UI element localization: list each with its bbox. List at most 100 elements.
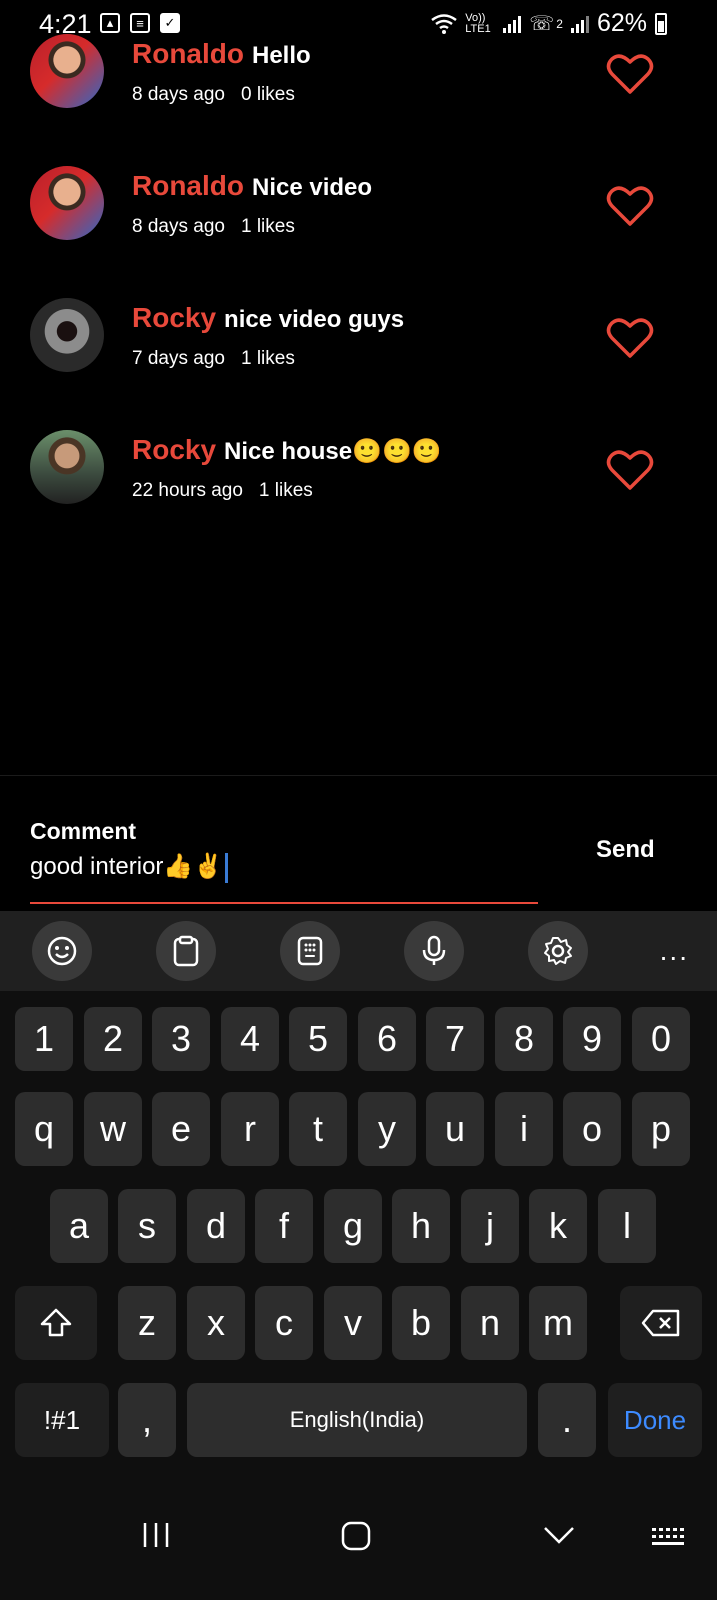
- key-w[interactable]: w: [84, 1092, 142, 1166]
- wifi-icon: [431, 13, 457, 34]
- keyboard-switch-icon[interactable]: [650, 1526, 688, 1550]
- comment-input-value[interactable]: good interior👍✌️: [30, 853, 223, 880]
- key-5[interactable]: 5: [289, 1007, 347, 1071]
- key-8[interactable]: 8: [495, 1007, 553, 1071]
- avatar[interactable]: [30, 298, 104, 372]
- comment-username[interactable]: Ronaldo: [132, 170, 244, 201]
- text-cursor: [225, 852, 229, 883]
- battery-icon: [655, 12, 667, 35]
- avatar[interactable]: [30, 430, 104, 504]
- key-a[interactable]: a: [50, 1189, 108, 1263]
- gallery-notification-icon: ▴: [100, 13, 120, 33]
- key-u[interactable]: u: [426, 1092, 484, 1166]
- key-t[interactable]: t: [289, 1092, 347, 1166]
- key-q[interactable]: q: [15, 1092, 73, 1166]
- key-n[interactable]: n: [461, 1286, 519, 1360]
- comment-likes: 1 likes: [258, 480, 313, 501]
- notification-icons: ▴ ≡ ✓: [100, 13, 180, 33]
- comment-meta: 7 days ago 1 likes: [132, 348, 295, 370]
- comma-key[interactable]: ,: [118, 1383, 176, 1457]
- home-icon[interactable]: [340, 1520, 372, 1552]
- key-4[interactable]: 4: [221, 1007, 279, 1071]
- comment-header: Ronaldo Hello: [132, 38, 311, 70]
- key-b[interactable]: b: [392, 1286, 450, 1360]
- signal-2-icon: [570, 15, 589, 33]
- key-p[interactable]: p: [632, 1092, 690, 1166]
- comment-time: 22 hours ago: [132, 480, 243, 501]
- check-notification-icon: ✓: [160, 13, 180, 33]
- comment-meta: 8 days ago 0 likes: [132, 84, 295, 106]
- key-k[interactable]: k: [529, 1189, 587, 1263]
- signal-icon: [503, 15, 522, 33]
- key-s[interactable]: s: [118, 1189, 176, 1263]
- key-z[interactable]: z: [118, 1286, 176, 1360]
- hide-keyboard-icon[interactable]: [542, 1524, 576, 1546]
- key-v[interactable]: v: [324, 1286, 382, 1360]
- key-r[interactable]: r: [221, 1092, 279, 1166]
- key-d[interactable]: d: [187, 1189, 245, 1263]
- comment-field-label: Comment: [30, 818, 137, 844]
- like-heart-icon[interactable]: [606, 448, 654, 492]
- clipboard-icon[interactable]: [156, 921, 216, 981]
- comment-input[interactable]: good interior👍✌️: [30, 852, 229, 883]
- shift-key[interactable]: [15, 1286, 97, 1360]
- key-6[interactable]: 6: [358, 1007, 416, 1071]
- comment-item: Ronaldo Hello 8 days ago 0 likes: [0, 34, 717, 144]
- volte-label: Vo)) LTE1: [465, 11, 491, 35]
- comment-input-area: Comment good interior👍✌️ Send: [0, 776, 717, 911]
- keyboard-toolbar: ...: [0, 911, 717, 991]
- comment-item: Rocky nice video guys 7 days ago 1 likes: [0, 298, 717, 408]
- comment-item: Ronaldo Nice video 8 days ago 1 likes: [0, 166, 717, 276]
- key-0[interactable]: 0: [632, 1007, 690, 1071]
- microphone-icon[interactable]: [404, 921, 464, 981]
- comment-text: nice video guys: [224, 306, 405, 333]
- like-heart-icon[interactable]: [606, 184, 654, 228]
- like-heart-icon[interactable]: [606, 316, 654, 360]
- key-h[interactable]: h: [392, 1189, 450, 1263]
- comment-item: Rocky Nice house🙂🙂🙂 22 hours ago 1 likes: [0, 430, 717, 540]
- space-key[interactable]: English(India): [187, 1383, 527, 1457]
- send-button[interactable]: Send: [596, 836, 655, 864]
- key-j[interactable]: j: [461, 1189, 519, 1263]
- avatar[interactable]: [30, 34, 104, 108]
- key-9[interactable]: 9: [563, 1007, 621, 1071]
- keypad-icon[interactable]: [280, 921, 340, 981]
- key-l[interactable]: l: [598, 1189, 656, 1263]
- comment-likes: 1 likes: [240, 216, 295, 237]
- avatar[interactable]: [30, 166, 104, 240]
- key-3[interactable]: 3: [152, 1007, 210, 1071]
- symbols-key[interactable]: !#1: [15, 1383, 109, 1457]
- comment-text: Nice video: [252, 174, 373, 201]
- period-key[interactable]: .: [538, 1383, 596, 1457]
- key-i[interactable]: i: [495, 1092, 553, 1166]
- comment-username[interactable]: Ronaldo: [132, 38, 244, 69]
- key-x[interactable]: x: [187, 1286, 245, 1360]
- comment-meta: 22 hours ago 1 likes: [132, 480, 313, 502]
- backspace-key[interactable]: [620, 1286, 702, 1360]
- key-f[interactable]: f: [255, 1189, 313, 1263]
- more-options-icon[interactable]: ...: [660, 935, 689, 967]
- key-y[interactable]: y: [358, 1092, 416, 1166]
- comment-header: Rocky Nice house🙂🙂🙂: [132, 434, 442, 466]
- sim2-label: 2: [556, 16, 563, 31]
- key-e[interactable]: e: [152, 1092, 210, 1166]
- key-1[interactable]: 1: [15, 1007, 73, 1071]
- like-heart-icon[interactable]: [606, 52, 654, 96]
- key-o[interactable]: o: [563, 1092, 621, 1166]
- backspace-icon: [641, 1309, 680, 1337]
- done-key[interactable]: Done: [608, 1383, 702, 1457]
- key-7[interactable]: 7: [426, 1007, 484, 1071]
- recent-apps-icon[interactable]: [141, 1520, 171, 1550]
- comment-username[interactable]: Rocky: [132, 302, 216, 333]
- key-2[interactable]: 2: [84, 1007, 142, 1071]
- key-g[interactable]: g: [324, 1189, 382, 1263]
- settings-gear-icon[interactable]: [528, 921, 588, 981]
- comment-username[interactable]: Rocky: [132, 434, 216, 465]
- emoji-icon[interactable]: [32, 921, 92, 981]
- task-notification-icon: ≡: [130, 13, 150, 33]
- key-m[interactable]: m: [529, 1286, 587, 1360]
- comment-likes: 1 likes: [240, 348, 295, 369]
- call-wifi-icon: ☏: [529, 13, 555, 35]
- comment-likes: 0 likes: [240, 84, 295, 105]
- key-c[interactable]: c: [255, 1286, 313, 1360]
